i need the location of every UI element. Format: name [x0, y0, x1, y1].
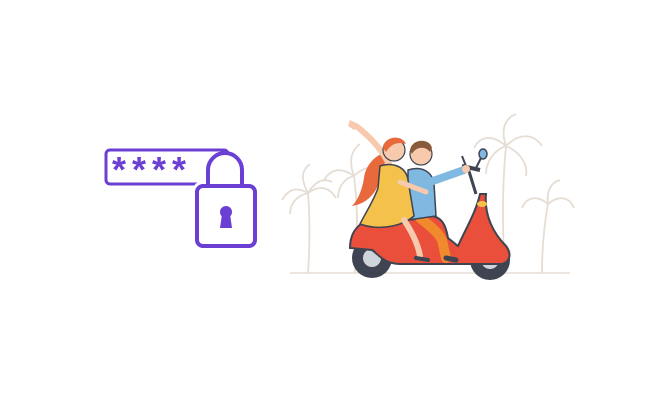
palm-tree-left-icon: [281, 163, 337, 274]
password-lock-svg: ****: [104, 148, 257, 248]
padlock-icon: [194, 151, 257, 248]
illustration-stage: ****: [0, 0, 650, 400]
password-lock-graphic: ****: [100, 140, 270, 260]
password-mask-text: ****: [112, 149, 192, 190]
couple-scooter-illustration: [280, 108, 580, 288]
scooter-scene-svg: [281, 113, 575, 280]
